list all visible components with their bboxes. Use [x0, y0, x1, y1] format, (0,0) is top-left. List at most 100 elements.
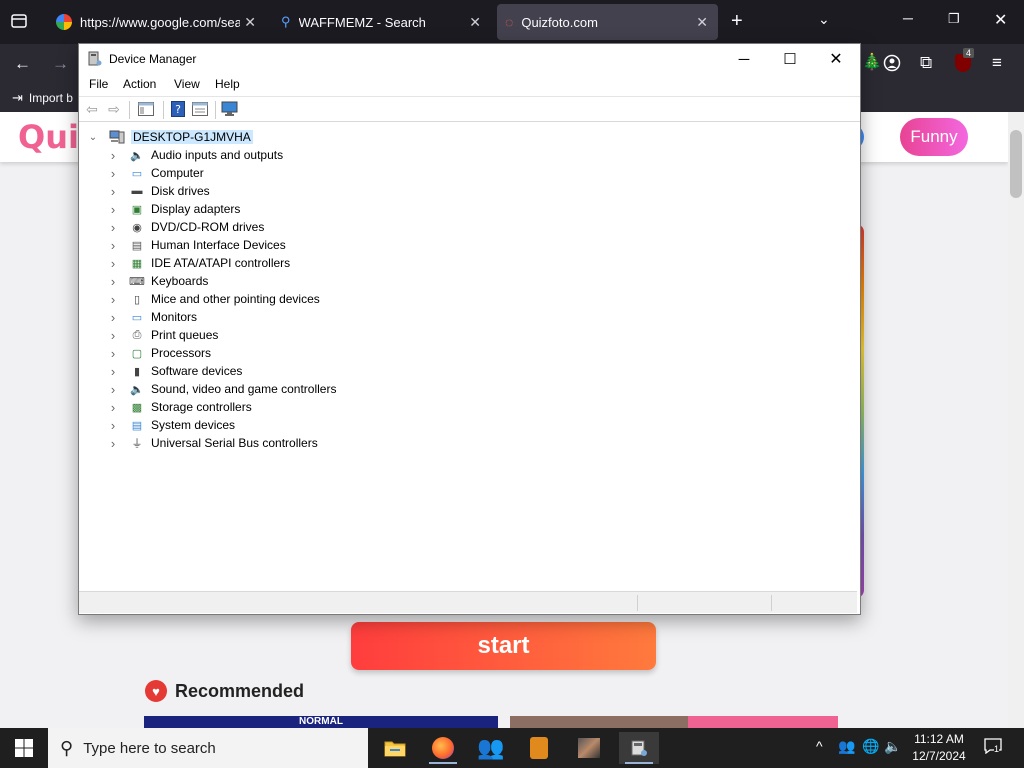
- chevron-right-icon[interactable]: ›: [107, 382, 119, 397]
- device-category[interactable]: › ◉ DVD/CD-ROM drives: [107, 218, 265, 236]
- start-button[interactable]: [0, 728, 48, 768]
- quizfoto-favicon: ◌: [505, 14, 514, 30]
- menu-hamburger-icon[interactable]: ≡: [992, 53, 1002, 73]
- start-quiz-button[interactable]: start: [351, 622, 656, 670]
- disk-drive-icon: ▬: [131, 185, 143, 197]
- chevron-right-icon[interactable]: ›: [107, 310, 119, 325]
- close-tab-icon[interactable]: ✕: [696, 14, 708, 31]
- help-icon[interactable]: ?: [169, 101, 187, 117]
- page-scrollbar-thumb[interactable]: [1010, 130, 1022, 198]
- chevron-right-icon[interactable]: ›: [107, 148, 119, 163]
- ublock-icon[interactable]: 4: [955, 48, 975, 77]
- device-category[interactable]: › ▯ Mice and other pointing devices: [107, 290, 320, 308]
- show-hide-console-tree-icon[interactable]: [137, 101, 155, 117]
- device-category[interactable]: › ▬ Disk drives: [107, 182, 210, 200]
- recommended-card[interactable]: NORMAL: [144, 716, 498, 728]
- tab-overview-icon[interactable]: [10, 12, 28, 35]
- search-icon: ⚲: [60, 737, 74, 758]
- chevron-right-icon[interactable]: ›: [107, 436, 119, 451]
- notification-center-icon[interactable]: 1: [984, 738, 1002, 757]
- new-tab-button[interactable]: +: [731, 10, 743, 33]
- chevron-right-icon[interactable]: ›: [107, 364, 119, 379]
- tab-waffmemz[interactable]: ⚲ WAFFMEMZ - Search ✕: [273, 4, 491, 40]
- game-app-icon[interactable]: [519, 732, 559, 764]
- volume-icon[interactable]: 🔈: [884, 738, 901, 755]
- network-globe-icon[interactable]: 🌐: [862, 738, 879, 755]
- forward-arrow-icon[interactable]: ⇨: [105, 101, 123, 117]
- maximize-button[interactable]: ☐: [767, 44, 813, 74]
- scan-hardware-icon[interactable]: [221, 101, 239, 117]
- minimize-button[interactable]: ─: [721, 44, 767, 74]
- minimize-browser-button[interactable]: ─: [903, 10, 913, 26]
- device-category[interactable]: › ▤ Human Interface Devices: [107, 236, 286, 254]
- list-tabs-chevron-icon[interactable]: ⌄: [818, 11, 830, 28]
- chevron-right-icon[interactable]: ›: [107, 346, 119, 361]
- chevron-right-icon[interactable]: ›: [107, 184, 119, 199]
- device-category[interactable]: › ▣ Display adapters: [107, 200, 241, 218]
- file-explorer-icon[interactable]: [375, 732, 415, 764]
- restore-browser-button[interactable]: ❐: [948, 11, 960, 27]
- chevron-down-icon[interactable]: ⌄: [87, 132, 99, 143]
- usb-icon: ⏚: [131, 438, 143, 450]
- device-category[interactable]: › 🔈 Audio inputs and outputs: [107, 146, 283, 164]
- site-logo[interactable]: Qui: [18, 118, 79, 156]
- import-bookmarks-label: Import b: [28, 91, 73, 105]
- close-tab-icon[interactable]: ✕: [244, 14, 256, 31]
- recommended-card[interactable]: [510, 716, 688, 728]
- people-icon[interactable]: 👥: [838, 738, 855, 755]
- device-category[interactable]: › ▤ System devices: [107, 416, 235, 434]
- forward-arrow-icon[interactable]: →: [52, 54, 69, 74]
- back-arrow-icon[interactable]: ←: [14, 54, 31, 74]
- menu-help[interactable]: Help: [215, 77, 240, 91]
- account-icon[interactable]: [883, 54, 901, 77]
- device-category[interactable]: › ⎙ Print queues: [107, 326, 219, 344]
- show-hidden-icons-chevron-icon[interactable]: ^: [816, 738, 823, 754]
- taskbar-search-box[interactable]: ⚲ Type here to search: [48, 728, 368, 768]
- device-category[interactable]: › ⌨ Keyboards: [107, 272, 209, 290]
- clock[interactable]: 11:12 AM 12/7/2024: [904, 731, 974, 765]
- device-category[interactable]: › ▮ Software devices: [107, 362, 243, 380]
- funny-category-button[interactable]: Funny: [900, 118, 968, 156]
- messenger-app-icon[interactable]: 👥: [471, 732, 511, 764]
- computer-icon: ▭: [131, 167, 143, 180]
- device-category[interactable]: › ▦ IDE ATA/ATAPI controllers: [107, 254, 290, 272]
- device-category[interactable]: › 🔈 Sound, video and game controllers: [107, 380, 337, 398]
- close-browser-button[interactable]: ✕: [994, 10, 1007, 30]
- menu-file[interactable]: File: [89, 77, 108, 91]
- system-device-icon: ▤: [131, 419, 143, 432]
- tree-root-desktop[interactable]: ⌄ DESKTOP-G1JMVHA: [87, 128, 253, 146]
- mouse-icon: ▯: [133, 293, 141, 306]
- tab-google[interactable]: https://www.google.com/searc ✕: [48, 4, 266, 40]
- chevron-right-icon[interactable]: ›: [107, 400, 119, 415]
- chevron-right-icon[interactable]: ›: [107, 256, 119, 271]
- close-button[interactable]: ✕: [813, 44, 859, 74]
- device-category[interactable]: › ▢ Processors: [107, 344, 211, 362]
- device-manager-taskbar-icon[interactable]: [619, 732, 659, 764]
- chevron-right-icon[interactable]: ›: [107, 202, 119, 217]
- device-category[interactable]: › ▭ Computer: [107, 164, 204, 182]
- chevron-right-icon[interactable]: ›: [107, 166, 119, 181]
- device-category-label: Mice and other pointing devices: [151, 292, 320, 306]
- import-bookmarks-link[interactable]: ⇥ Import b: [12, 90, 73, 106]
- firefox-icon[interactable]: [423, 732, 463, 764]
- menu-view[interactable]: View: [174, 77, 200, 91]
- device-category[interactable]: › ▭ Monitors: [107, 308, 197, 326]
- device-category[interactable]: › ▩ Storage controllers: [107, 398, 252, 416]
- device-category[interactable]: › ⏚ Universal Serial Bus controllers: [107, 434, 318, 452]
- chevron-right-icon[interactable]: ›: [107, 274, 119, 289]
- photo-app-icon[interactable]: [569, 732, 609, 764]
- chevron-right-icon[interactable]: ›: [107, 418, 119, 433]
- page-scrollbar[interactable]: [1008, 112, 1024, 728]
- menu-action[interactable]: Action: [123, 77, 156, 91]
- chevron-right-icon[interactable]: ›: [107, 238, 119, 253]
- properties-icon[interactable]: [191, 101, 209, 117]
- close-tab-icon[interactable]: ✕: [469, 14, 481, 31]
- extensions-puzzle-icon[interactable]: ⧉: [920, 53, 932, 73]
- chevron-right-icon[interactable]: ›: [107, 328, 119, 343]
- back-arrow-icon[interactable]: ⇦: [83, 101, 101, 117]
- card-text: NORMAL: [299, 716, 343, 727]
- chevron-right-icon[interactable]: ›: [107, 292, 119, 307]
- chevron-right-icon[interactable]: ›: [107, 220, 119, 235]
- tab-quizfoto[interactable]: ◌ Quizfoto.com ✕: [497, 4, 718, 40]
- recommended-card[interactable]: [688, 716, 838, 728]
